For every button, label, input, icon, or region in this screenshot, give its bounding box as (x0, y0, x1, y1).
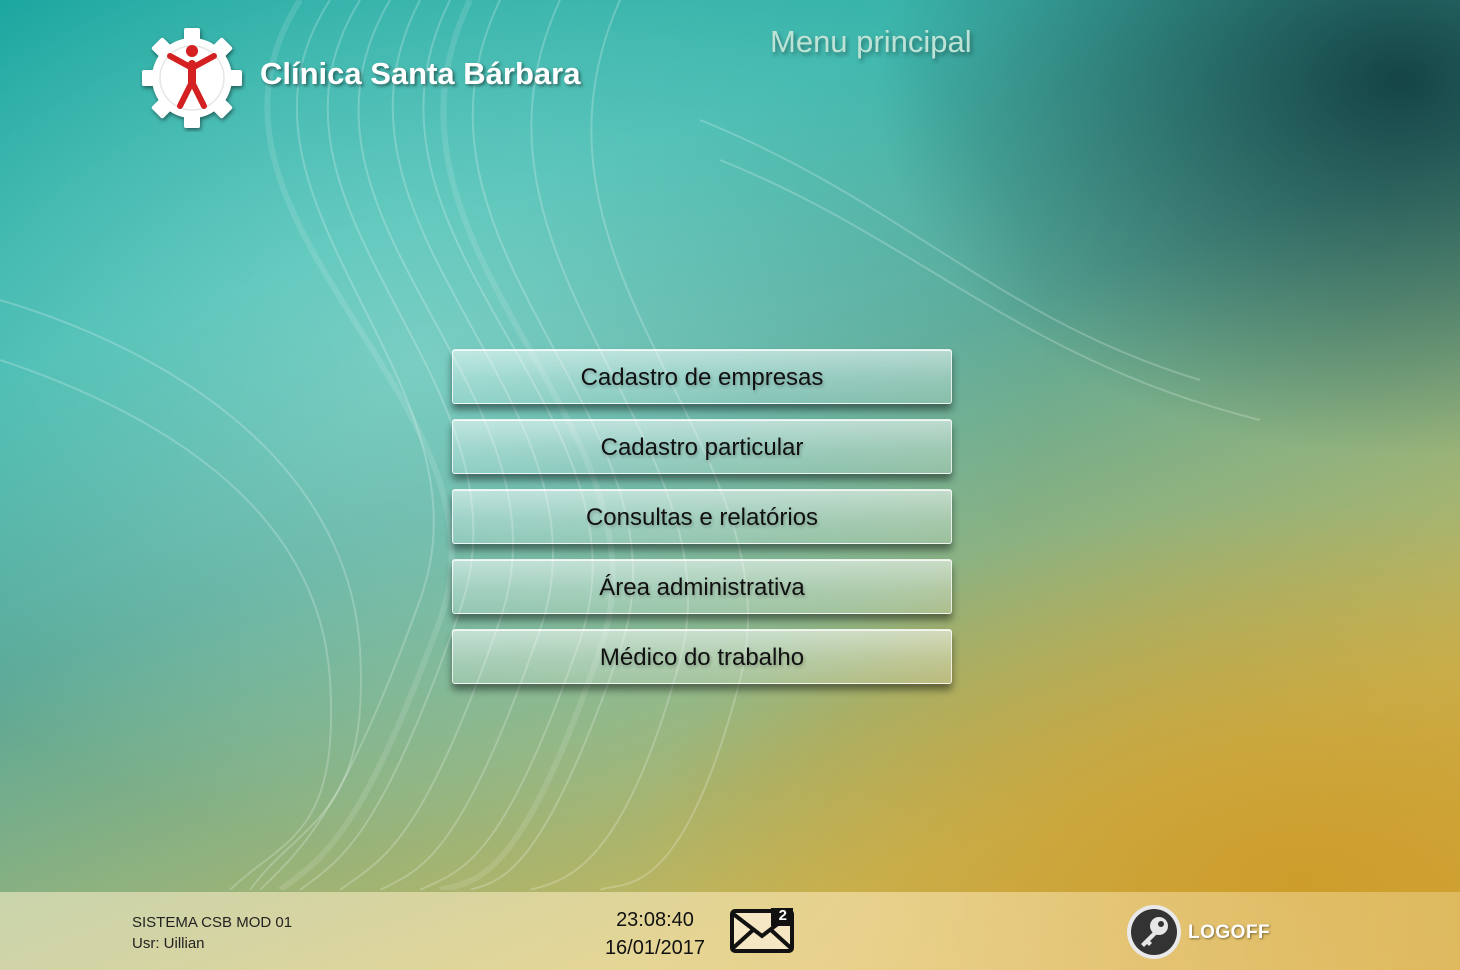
status-bar: SISTEMA CSB MOD 01 Usr: Uillian 23:08:40… (0, 892, 1460, 970)
logoff-label: LOGOFF (1188, 922, 1271, 943)
user-label: Usr: Uillian (132, 935, 205, 952)
clinic-logo-icon (142, 28, 242, 128)
current-date: 16/01/2017 (604, 937, 706, 959)
current-time: 23:08:40 (616, 909, 694, 931)
menu-button-cadastro-empresas[interactable]: Cadastro de empresas (452, 349, 952, 404)
key-icon (1127, 905, 1181, 959)
unread-count-badge: 2 (778, 907, 787, 924)
menu-button-medico-trabalho[interactable]: Médico do trabalho (452, 629, 952, 684)
menu-button-area-administrativa[interactable]: Área administrativa (452, 559, 952, 614)
main-menu: Cadastro de empresas Cadastro particular… (452, 349, 952, 699)
system-name: SISTEMA CSB MOD 01 (132, 914, 293, 931)
page-title: Menu principal (770, 24, 972, 59)
messages-button[interactable]: 2 (729, 907, 795, 954)
system-info: SISTEMA CSB MOD 01 Usr: Uillian (132, 912, 292, 954)
clinic-name: Clínica Santa Bárbara (260, 56, 581, 91)
clock: 23:08:40 16/01/2017 (600, 906, 710, 962)
menu-button-cadastro-particular[interactable]: Cadastro particular (452, 419, 952, 474)
menu-button-consultas-relatorios[interactable]: Consultas e relatórios (452, 489, 952, 544)
